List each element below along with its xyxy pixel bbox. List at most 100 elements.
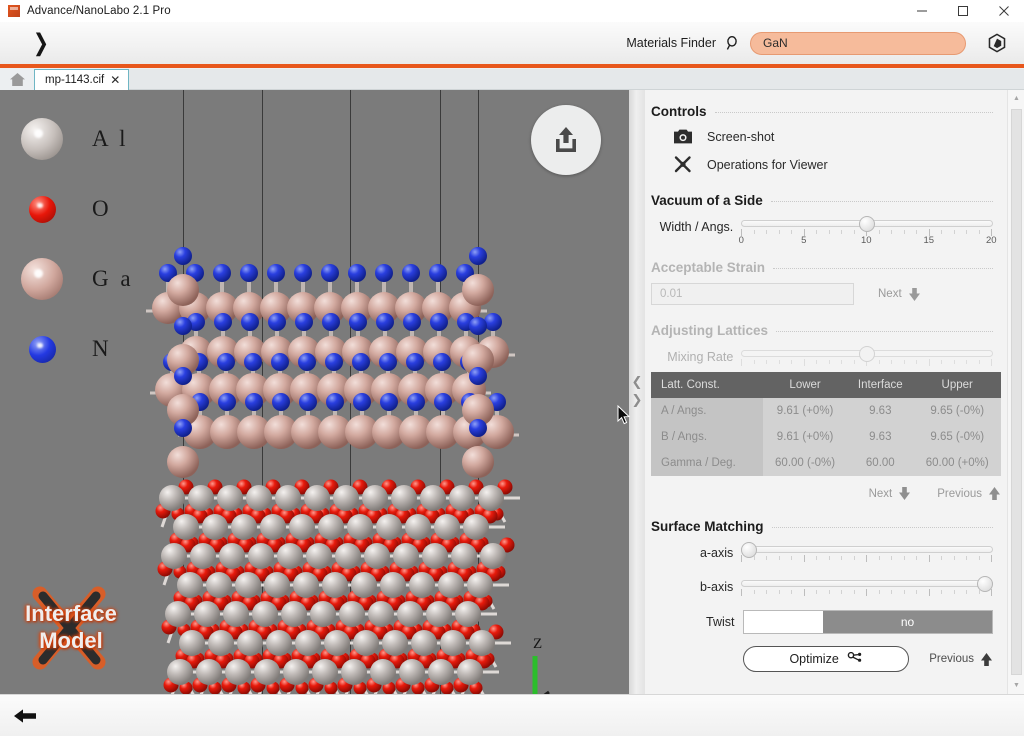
materials-finder-group: Materials Finder GaN bbox=[626, 22, 1008, 64]
scroll-up-icon[interactable]: ▲ bbox=[1008, 90, 1024, 107]
search-input[interactable]: GaN bbox=[750, 32, 966, 55]
legend-label-o: O bbox=[92, 196, 112, 222]
section-divider-line bbox=[773, 268, 993, 269]
operations-for-viewer-action[interactable]: Operations for Viewer bbox=[651, 150, 993, 179]
twist-toggle[interactable]: no bbox=[743, 610, 994, 634]
strain-section-header: Acceptable Strain bbox=[651, 260, 993, 275]
slider-tick-label: 15 bbox=[923, 235, 934, 246]
surface-previous-label: Previous bbox=[929, 653, 974, 665]
legend-item-al: A l bbox=[14, 104, 134, 174]
o-sphere-icon bbox=[29, 196, 56, 223]
optimize-button[interactable]: Optimize bbox=[743, 646, 909, 672]
table-previous-button[interactable]: Previous bbox=[937, 486, 1001, 501]
camera-icon bbox=[673, 128, 693, 145]
b-axis-row: b-axis bbox=[651, 574, 993, 600]
n-sphere-icon bbox=[29, 336, 56, 363]
export-upload-button[interactable] bbox=[531, 105, 601, 175]
slider-tick-label: 0 bbox=[739, 235, 744, 246]
home-icon[interactable] bbox=[0, 68, 34, 90]
axis-indicator: Z X bbox=[519, 630, 609, 694]
acceptable-strain-input[interactable]: 0.01 bbox=[651, 283, 854, 305]
a-axis-slider[interactable] bbox=[741, 540, 993, 566]
app-logo-icon bbox=[8, 5, 20, 17]
mouse-cursor-icon bbox=[617, 405, 631, 425]
window-controls bbox=[901, 0, 1024, 22]
element-legend: A l O G a N bbox=[14, 104, 134, 384]
chevron-right-icon[interactable]: ❯ bbox=[632, 392, 643, 410]
table-cell: Gamma / Deg. bbox=[651, 450, 763, 476]
table-cell: A / Angs. bbox=[651, 398, 763, 424]
application-window: Advance/NanoLabo 2.1 Pro ❯ Materials Fin… bbox=[0, 0, 1024, 736]
legend-item-n: N bbox=[14, 314, 134, 384]
bottom-bar bbox=[0, 694, 1024, 736]
ga-sphere-icon bbox=[21, 258, 63, 300]
structure-viewer[interactable]: A l O G a N bbox=[0, 90, 629, 694]
optimize-label: Optimize bbox=[789, 652, 838, 666]
twist-value: no bbox=[823, 611, 992, 633]
window-title: Advance/NanoLabo 2.1 Pro bbox=[27, 5, 171, 17]
strain-row: 0.01 Next bbox=[651, 283, 993, 305]
legend-item-o: O bbox=[14, 174, 134, 244]
search-icon[interactable] bbox=[725, 35, 741, 51]
vacuum-width-slider[interactable]: 05101520 bbox=[741, 214, 993, 240]
surface-matching-section-header: Surface Matching bbox=[651, 519, 993, 534]
maximize-icon[interactable] bbox=[942, 0, 983, 22]
title-bar: Advance/NanoLabo 2.1 Pro bbox=[0, 0, 1024, 22]
b-axis-slider[interactable] bbox=[741, 574, 993, 600]
strain-next-button[interactable]: Next bbox=[878, 287, 921, 302]
section-divider-line bbox=[776, 331, 993, 332]
table-cell: 9.63 bbox=[847, 424, 913, 450]
section-divider-line bbox=[772, 527, 993, 528]
settings-panel: Controls Screen-shot bbox=[645, 90, 1024, 694]
vacuum-width-row: Width / Angs. 05101520 bbox=[651, 214, 993, 240]
materials-finder-label: Materials Finder bbox=[626, 36, 716, 50]
scrollbar-thumb[interactable] bbox=[1011, 109, 1022, 675]
table-nav-row: Next Previous bbox=[651, 486, 1001, 501]
table-cell: 9.65 (-0%) bbox=[913, 424, 1001, 450]
table-cell: 60.00 (-0%) bbox=[763, 450, 847, 476]
table-row: Gamma / Deg.60.00 (-0%)60.0060.00 (+0%) bbox=[651, 450, 1001, 476]
panel-scrollbar[interactable]: ▲ ▼ bbox=[1007, 90, 1024, 694]
operations-label: Operations for Viewer bbox=[707, 158, 828, 172]
mixing-rate-row: Mixing Rate bbox=[651, 344, 993, 370]
table-next-button[interactable]: Next bbox=[869, 486, 912, 501]
chevron-right-icon[interactable]: ❯ bbox=[33, 31, 49, 55]
vacuum-width-label: Width / Angs. bbox=[651, 220, 733, 234]
legend-label-ga: G a bbox=[92, 266, 134, 292]
table-previous-label: Previous bbox=[937, 488, 982, 500]
tab-strip-filler bbox=[129, 69, 1024, 90]
arrow-left-icon[interactable] bbox=[12, 706, 38, 726]
minimize-icon[interactable] bbox=[901, 0, 942, 22]
watermark-line-1: Interface bbox=[6, 600, 136, 627]
table-cell: 9.63 bbox=[847, 398, 913, 424]
tab-mp-1143-cif[interactable]: mp-1143.cif ✕ bbox=[34, 69, 129, 90]
table-column-header: Lower bbox=[763, 372, 847, 398]
close-icon[interactable]: ✕ bbox=[110, 74, 120, 86]
table-header-row: Latt. Const.LowerInterfaceUpper bbox=[651, 372, 1001, 398]
hexagon-cube-icon[interactable] bbox=[986, 32, 1008, 54]
strain-title: Acceptable Strain bbox=[651, 260, 765, 275]
app-header: ❯ Materials Finder GaN bbox=[0, 22, 1024, 68]
chevron-left-icon[interactable]: ❮ bbox=[632, 374, 643, 392]
screenshot-action[interactable]: Screen-shot bbox=[651, 123, 993, 150]
export-upload-icon bbox=[549, 123, 583, 157]
table-column-header: Upper bbox=[913, 372, 1001, 398]
close-icon[interactable] bbox=[983, 0, 1024, 22]
legend-label-n: N bbox=[92, 336, 112, 362]
vacuum-section-header: Vacuum of a Side bbox=[651, 193, 993, 208]
mixing-rate-slider[interactable] bbox=[741, 344, 993, 370]
arrow-up-icon bbox=[988, 486, 1001, 501]
axis-label-z: Z bbox=[533, 636, 542, 652]
table-cell: 9.61 (+0%) bbox=[763, 424, 847, 450]
twist-row: Twist no bbox=[651, 610, 993, 634]
lattice-constants-table: Latt. Const.LowerInterfaceUpper A / Angs… bbox=[651, 372, 1001, 476]
panel-divider[interactable]: ❮ ❯ bbox=[629, 90, 645, 694]
arrow-down-icon bbox=[898, 486, 911, 501]
strain-next-label: Next bbox=[878, 288, 902, 300]
controls-section-header: Controls bbox=[651, 104, 993, 119]
table-cell: 60.00 bbox=[847, 450, 913, 476]
table-row: A / Angs.9.61 (+0%)9.639.65 (-0%) bbox=[651, 398, 1001, 424]
scroll-down-icon[interactable]: ▼ bbox=[1008, 677, 1024, 694]
surface-previous-button[interactable]: Previous bbox=[929, 652, 993, 667]
screenshot-label: Screen-shot bbox=[707, 130, 774, 144]
